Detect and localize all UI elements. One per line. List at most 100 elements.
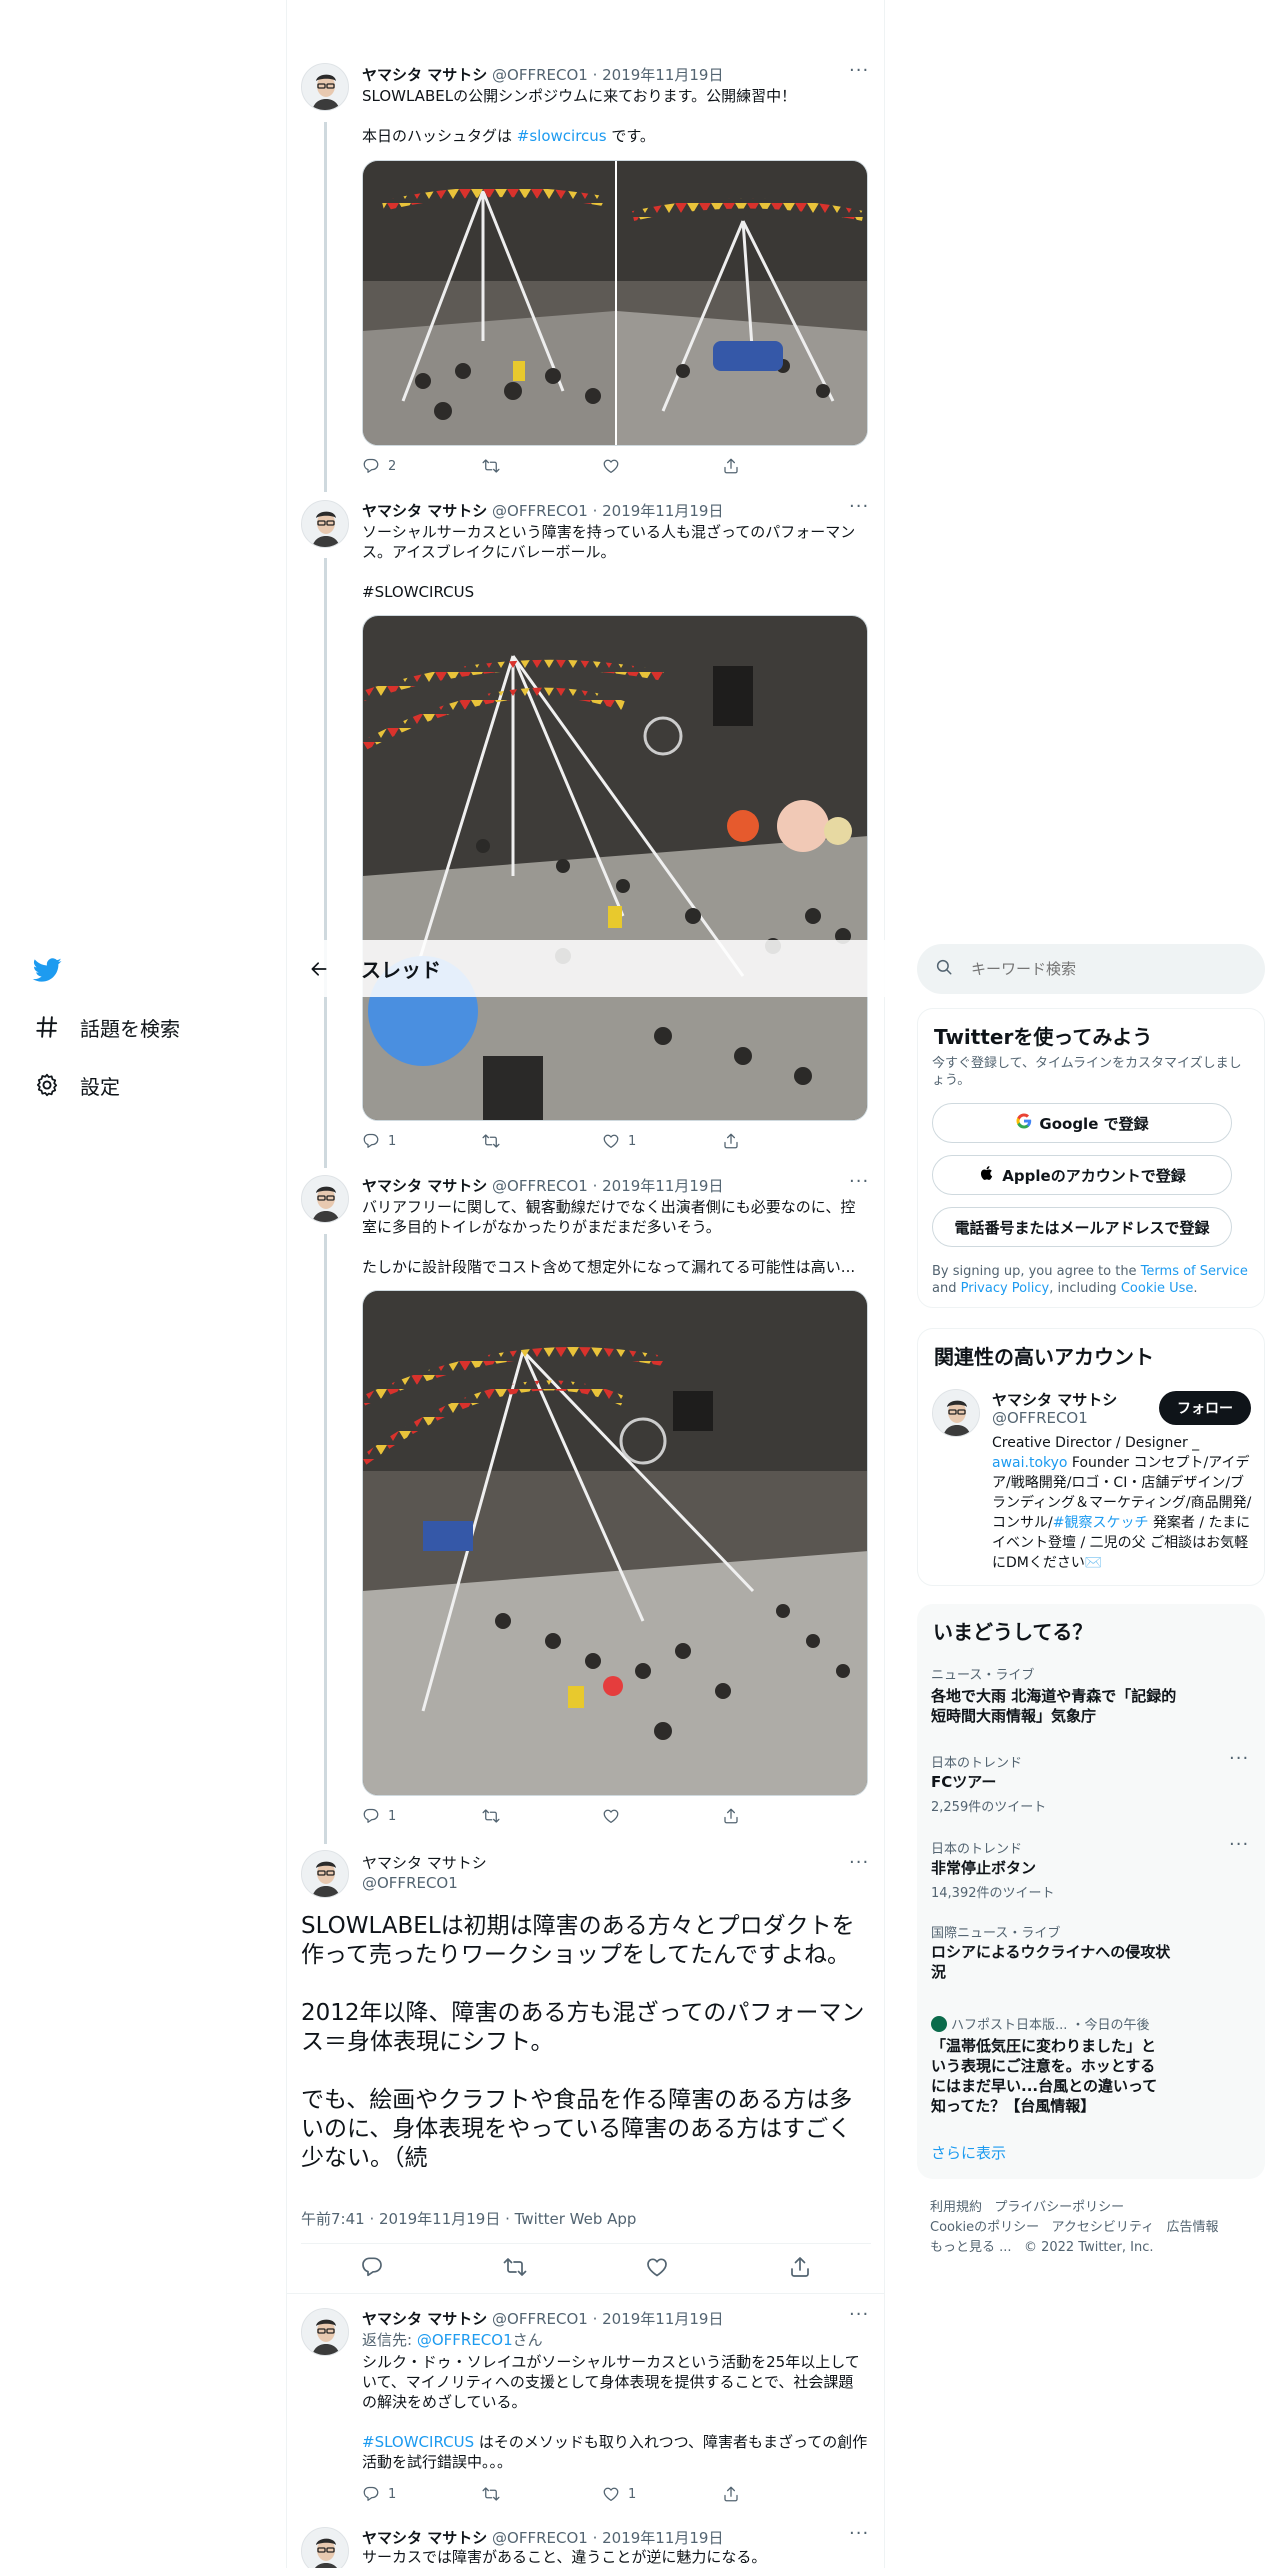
footer-cookie-link[interactable]: Cookieのポリシー xyxy=(930,2220,1039,2235)
google-icon xyxy=(1015,1112,1033,1134)
nav-settings[interactable]: 設定 xyxy=(32,1070,120,1100)
author-name[interactable]: ヤマシタ マサトシ xyxy=(362,2529,487,2547)
footer-links: もっと見る ... © 2022 Twitter, Inc. xyxy=(930,2236,1153,2255)
share-button[interactable] xyxy=(722,1132,842,1150)
tweet-media[interactable] xyxy=(362,160,868,446)
retweet-button[interactable] xyxy=(482,457,602,475)
reply-button[interactable]: 1 xyxy=(362,1132,482,1150)
hashtag-link[interactable]: #SLOWCIRCUS xyxy=(362,582,474,602)
share-button[interactable] xyxy=(722,1807,842,1825)
more-options-icon[interactable]: ··· xyxy=(1229,1834,1249,1855)
tweet-media[interactable] xyxy=(362,615,868,1121)
avatar[interactable] xyxy=(301,500,349,548)
hashtag-link[interactable]: #SLOWCIRCUS xyxy=(362,2433,474,2451)
avatar[interactable] xyxy=(301,2527,349,2568)
author-name[interactable]: ヤマシタ マサトシ xyxy=(362,1177,487,1195)
thread-header: スレッド xyxy=(287,940,885,997)
footer-more-link[interactable]: もっと見る ... xyxy=(930,2240,1012,2255)
tweet-header: ヤマシタ マサトシ @OFFRECO1 · 2019年11月19日 xyxy=(362,500,723,521)
signup-terms: By signing up, you agree to the Terms of… xyxy=(932,1264,1248,1296)
more-options-icon[interactable]: ··· xyxy=(849,60,869,81)
heart-icon[interactable] xyxy=(645,2255,669,2279)
reply-button[interactable]: 2 xyxy=(362,457,482,475)
related-name[interactable]: ヤマシタ マサトシ xyxy=(992,1389,1117,1410)
terms-link[interactable]: Terms of Service xyxy=(1141,1264,1248,1279)
more-options-icon[interactable]: ··· xyxy=(849,496,869,517)
main-tweet-text: SLOWLABELは初期は障害のある方々とプロダクトを作って売ったりワークショッ… xyxy=(301,1913,865,2171)
bio-hashtag-link[interactable]: #観察スケッチ xyxy=(1053,1515,1149,1531)
retweet-button[interactable] xyxy=(482,2485,602,2503)
share-icon[interactable] xyxy=(788,2255,812,2279)
footer-privacy-link[interactable]: プライバシーポリシー xyxy=(994,2200,1124,2215)
nav-explore[interactable]: 話題を検索 xyxy=(32,1012,180,1042)
avatar[interactable] xyxy=(301,63,349,111)
signup-title: Twitterを使ってみよう xyxy=(934,1025,1153,1049)
avatar[interactable] xyxy=(932,1389,980,1437)
author-name[interactable]: ヤマシタ マサトシ xyxy=(362,66,487,84)
more-options-icon[interactable]: ··· xyxy=(849,2523,869,2544)
author-name[interactable]: ヤマシタ マサトシ xyxy=(362,2310,487,2328)
trend-title: FCツアー xyxy=(931,1773,997,1791)
avatar[interactable] xyxy=(301,1175,349,1223)
more-options-icon[interactable]: ··· xyxy=(1229,1748,1249,1769)
search-input[interactable] xyxy=(971,960,1231,978)
footer-ads-link[interactable]: 広告情報 xyxy=(1167,2220,1219,2235)
footer-links: Cookieのポリシー アクセシビリティ 広告情報 xyxy=(930,2216,1219,2235)
share-button[interactable] xyxy=(722,2485,842,2503)
google-signup-button[interactable]: Google で登録 xyxy=(932,1103,1232,1143)
reply-button[interactable]: 1 xyxy=(362,1807,482,1825)
bio-link[interactable]: awai.tokyo xyxy=(992,1455,1067,1471)
footer-terms-link[interactable]: 利用規約 xyxy=(930,2200,982,2215)
tweet-actions: 2 xyxy=(362,457,842,475)
like-button[interactable] xyxy=(602,457,722,475)
news-source-icon xyxy=(931,2016,947,2032)
apple-signup-button[interactable]: Appleのアカウントで登録 xyxy=(932,1155,1232,1195)
twitter-logo-icon[interactable] xyxy=(32,954,62,984)
tweet-header: ヤマシタ マサトシ @OFFRECO1 · 2019年11月19日 xyxy=(362,2527,723,2548)
share-button[interactable] xyxy=(722,457,842,475)
back-arrow-icon[interactable] xyxy=(301,951,337,987)
hashtag-link[interactable]: #slowcircus xyxy=(517,127,607,145)
tweet-timestamp[interactable]: 午前7:41 · 2019年11月19日 · Twitter Web App xyxy=(301,2208,636,2229)
reply-to: 返信先: @OFFRECO1さん xyxy=(362,2331,543,2349)
tweet-media[interactable] xyxy=(362,1290,868,1796)
author-name[interactable]: ヤマシタ マサトシ xyxy=(362,1852,487,1873)
footer-accessibility-link[interactable]: アクセシビリティ xyxy=(1052,2220,1155,2235)
main-tweet-actions xyxy=(301,2255,871,2279)
tweet-text: SLOWLABELの公開シンポジウムに来ております。公開練習中！ xyxy=(362,87,797,105)
cookie-link[interactable]: Cookie Use xyxy=(1121,1281,1194,1296)
author-handle-date[interactable]: @OFFRECO1 · 2019年11月19日 xyxy=(492,2310,723,2328)
signup-subtitle: 今すぐ登録して、タイムラインをカスタマイズしましょう。 xyxy=(932,1056,1242,1088)
author-name[interactable]: ヤマシタ マサトシ xyxy=(362,502,487,520)
search-box[interactable] xyxy=(917,944,1265,994)
reply-icon[interactable] xyxy=(360,2255,384,2279)
retweet-icon[interactable] xyxy=(503,2255,527,2279)
like-button[interactable] xyxy=(602,1807,722,1825)
more-options-icon[interactable]: ··· xyxy=(849,1852,869,1873)
avatar[interactable] xyxy=(301,1850,349,1898)
reply-to-handle[interactable]: @OFFRECO1 xyxy=(417,2331,513,2349)
related-handle[interactable]: @OFFRECO1 xyxy=(992,1409,1088,1427)
author-handle-date[interactable]: @OFFRECO1 · 2019年11月19日 xyxy=(492,1177,723,1195)
tweet-actions: 1 xyxy=(362,1807,842,1825)
retweet-button[interactable] xyxy=(482,1132,602,1150)
author-handle-date[interactable]: @OFFRECO1 · 2019年11月19日 xyxy=(492,66,723,84)
author-handle-date[interactable]: @OFFRECO1 · 2019年11月19日 xyxy=(492,502,723,520)
trend-category: 日本のトレンド xyxy=(931,1756,1023,1771)
follow-button[interactable]: フォロー xyxy=(1159,1391,1251,1425)
like-button[interactable]: 1 xyxy=(602,1132,722,1150)
author-handle-date[interactable]: @OFFRECO1 · 2019年11月19日 xyxy=(492,2529,723,2547)
reply-button[interactable]: 1 xyxy=(362,2485,482,2503)
event-photo xyxy=(363,161,867,445)
more-options-icon[interactable]: ··· xyxy=(849,1171,869,1192)
like-button[interactable]: 1 xyxy=(602,2485,722,2503)
show-more-link[interactable]: さらに表示 xyxy=(931,2142,1006,2163)
share-icon xyxy=(724,1808,738,1824)
avatar[interactable] xyxy=(301,2308,349,2356)
privacy-link[interactable]: Privacy Policy xyxy=(961,1281,1050,1296)
retweet-button[interactable] xyxy=(482,1807,602,1825)
tweet-text: シルク・ドゥ・ソレイユがソーシャルサーカスという活動を25年以上していて、マイノ… xyxy=(362,2353,860,2411)
phone-email-signup-button[interactable]: 電話番号またはメールアドレスで登録 xyxy=(932,1207,1232,1247)
author-handle[interactable]: @OFFRECO1 xyxy=(362,1874,458,1892)
more-options-icon[interactable]: ··· xyxy=(849,2304,869,2325)
